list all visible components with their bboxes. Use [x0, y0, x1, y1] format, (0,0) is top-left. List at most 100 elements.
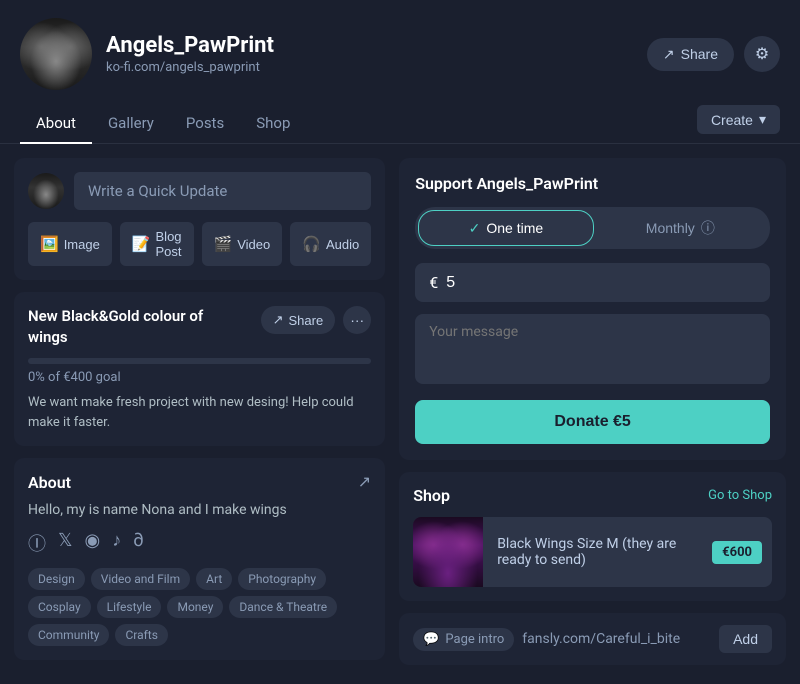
one-time-label: One time — [486, 220, 543, 236]
tags-container: Design Video and Film Art Photography Co… — [28, 568, 371, 646]
other-icon[interactable]: ∂ — [133, 530, 143, 556]
blog-post-button[interactable]: 📝 Blog Post — [120, 222, 194, 266]
shop-card: Shop Go to Shop Black Wings Size M (they… — [399, 472, 786, 601]
audio-button[interactable]: 🎧 Audio — [290, 222, 371, 266]
instagram-icon[interactable]: Ⓘ — [28, 530, 46, 556]
shop-title: Shop — [413, 486, 450, 505]
goal-progress-bar — [28, 358, 371, 364]
image-button[interactable]: 🖼️ Image — [28, 222, 112, 266]
tag-design[interactable]: Design — [28, 568, 85, 590]
about-text: Hello, my is name Nona and I make wings — [28, 502, 371, 518]
tag-video-film[interactable]: Video and Film — [91, 568, 190, 590]
share-icon: ↗ — [663, 46, 675, 63]
audio-label: Audio — [326, 237, 359, 252]
blog-label: Blog Post — [156, 229, 182, 259]
right-column: Support Angels_PawPrint ✓ One time Month… — [399, 158, 786, 665]
info-icon: ⓘ — [701, 218, 715, 238]
share-goal-label: Share — [288, 313, 323, 328]
profile-url: ko-fi.com/angels_pawprint — [106, 60, 274, 75]
page-intro-label: Page intro — [445, 632, 504, 647]
tag-dance-theatre[interactable]: Dance & Theatre — [229, 596, 337, 618]
monthly-label: Monthly — [646, 220, 695, 236]
goal-share-button[interactable]: ↗ Share — [261, 306, 336, 334]
tab-about[interactable]: About — [20, 104, 92, 144]
header-left: Angels_PawPrint ko-fi.com/angels_pawprin… — [20, 18, 274, 90]
shop-item-info: Black Wings Size M (they are ready to se… — [483, 526, 712, 578]
tag-art[interactable]: Art — [196, 568, 232, 590]
monthly-button[interactable]: Monthly ⓘ — [594, 210, 767, 246]
tab-gallery[interactable]: Gallery — [92, 104, 170, 144]
external-link-icon: ↗ — [358, 474, 371, 491]
blog-icon: 📝 — [132, 235, 151, 253]
share-button[interactable]: ↗ Share — [647, 38, 734, 71]
video-button[interactable]: 🎬 Video — [202, 222, 283, 266]
one-time-button[interactable]: ✓ One time — [418, 210, 593, 246]
currency-symbol: € — [429, 273, 438, 292]
support-card: Support Angels_PawPrint ✓ One time Month… — [399, 158, 786, 460]
shop-item-price: €600 — [712, 541, 762, 564]
message-textarea[interactable] — [415, 314, 770, 384]
username: Angels_PawPrint — [106, 33, 274, 58]
page-intro-bar: 💬 Page intro fansly.com/Careful_i_bite A… — [399, 613, 786, 665]
quick-update-buttons: 🖼️ Image 📝 Blog Post 🎬 Video 🎧 Audio — [28, 222, 371, 266]
chevron-down-icon: ▾ — [759, 111, 766, 128]
gear-icon: ⚙ — [755, 44, 769, 64]
about-title: About — [28, 473, 71, 492]
tag-photography[interactable]: Photography — [238, 568, 326, 590]
settings-button[interactable]: ⚙ — [744, 36, 780, 72]
tag-money[interactable]: Money — [167, 596, 223, 618]
left-column: Write a Quick Update 🖼️ Image 📝 Blog Pos… — [14, 158, 385, 665]
amount-input[interactable] — [446, 274, 756, 292]
twitter-icon[interactable]: 𝕏 — [58, 530, 73, 556]
video-label: Video — [237, 237, 270, 252]
tab-shop[interactable]: Shop — [240, 104, 306, 144]
image-label: Image — [64, 237, 100, 252]
support-title: Support Angels_PawPrint — [415, 174, 770, 193]
tiktok-icon[interactable]: ♪ — [112, 530, 121, 556]
goal-percent: 0% of €400 goal — [28, 370, 371, 385]
small-avatar-image — [28, 173, 64, 209]
about-header: About ↗ — [28, 472, 371, 492]
tag-cosplay[interactable]: Cosplay — [28, 596, 91, 618]
shop-header: Shop Go to Shop — [413, 486, 772, 505]
share-icon-small: ↗ — [273, 312, 284, 328]
about-card: About ↗ Hello, my is name Nona and I mak… — [14, 458, 385, 660]
shop-item-image — [413, 517, 483, 587]
tag-community[interactable]: Community — [28, 624, 109, 646]
social-icons: Ⓘ 𝕏 ◉ ♪ ∂ — [28, 530, 371, 556]
edit-about-button[interactable]: ↗ — [358, 472, 371, 492]
chat-icon: 💬 — [423, 632, 439, 647]
go-to-shop-link[interactable]: Go to Shop — [708, 488, 772, 503]
donate-button[interactable]: Donate €5 — [415, 400, 770, 444]
video-icon: 🎬 — [214, 235, 233, 253]
tab-posts[interactable]: Posts — [170, 104, 240, 144]
share-label: Share — [681, 46, 718, 62]
avatar-image — [20, 18, 92, 90]
goal-dots-button[interactable]: ··· — [343, 306, 371, 334]
checkmark-icon: ✓ — [469, 220, 481, 237]
nav-tabs: About Gallery Posts Shop Create ▾ — [0, 104, 800, 144]
small-avatar — [28, 173, 64, 209]
goal-description: We want make fresh project with new desi… — [28, 393, 371, 432]
page-intro-left: 💬 Page intro fansly.com/Careful_i_bite — [413, 628, 680, 651]
create-label: Create — [711, 112, 753, 128]
goal-actions: ↗ Share ··· — [261, 306, 372, 334]
quick-update-input[interactable]: Write a Quick Update — [74, 172, 371, 210]
avatar — [20, 18, 92, 90]
quick-update-top: Write a Quick Update — [28, 172, 371, 210]
dots-icon: ··· — [350, 312, 364, 328]
goal-title: New Black&Gold colour of wings — [28, 306, 208, 348]
shop-item-img-content — [413, 517, 483, 587]
tag-lifestyle[interactable]: Lifestyle — [97, 596, 162, 618]
reddit-icon[interactable]: ◉ — [85, 530, 101, 556]
header-right: ↗ Share ⚙ — [647, 36, 780, 72]
main-content: Write a Quick Update 🖼️ Image 📝 Blog Pos… — [0, 144, 800, 679]
tag-crafts[interactable]: Crafts — [115, 624, 167, 646]
page-intro-bubble: 💬 Page intro — [413, 628, 514, 651]
header: Angels_PawPrint ko-fi.com/angels_pawprin… — [0, 0, 800, 90]
amount-input-row: € — [415, 263, 770, 302]
page-intro-url: fansly.com/Careful_i_bite — [522, 631, 680, 647]
shop-item[interactable]: Black Wings Size M (they are ready to se… — [413, 517, 772, 587]
add-page-intro-button[interactable]: Add — [719, 625, 772, 653]
create-button[interactable]: Create ▾ — [697, 105, 780, 134]
